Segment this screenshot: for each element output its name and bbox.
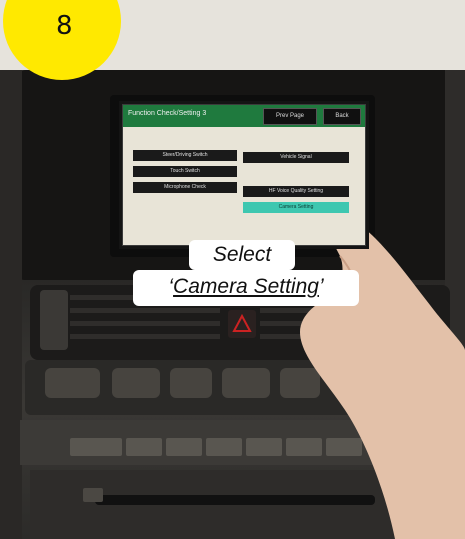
caption-select-text: Select xyxy=(212,243,272,266)
screen-title: Function Check/Setting 3 xyxy=(128,110,207,117)
caption-highlight-text: Camera Setting xyxy=(173,275,319,298)
caption-quote-close: ’ xyxy=(318,275,324,298)
disc-slot xyxy=(95,495,375,505)
infotainment-screen: Function Check/Setting 3 Prev Page Back … xyxy=(122,104,366,246)
vent-control-knob xyxy=(40,290,68,350)
dashboard-photo: Function Check/Setting 3 Prev Page Back … xyxy=(0,0,465,539)
menu-item-touch-switch[interactable]: Touch Switch xyxy=(133,166,237,177)
step-number: 8 xyxy=(56,11,73,41)
screen-header: Function Check/Setting 3 Prev Page Back xyxy=(123,105,365,127)
prev-page-button[interactable]: Prev Page xyxy=(263,108,317,125)
caption-select: Select xyxy=(189,240,295,270)
eject-button xyxy=(83,488,103,502)
menu-item-vehicle-signal[interactable]: Vehicle Signal xyxy=(243,152,349,163)
left-panel xyxy=(0,70,22,539)
menu-item-camera-setting[interactable]: Camera Setting xyxy=(243,202,349,213)
caption-camera-setting: ‘Camera Setting’ xyxy=(133,270,359,306)
menu-item-hf-voice-quality-setting[interactable]: HF Voice Quality Setting xyxy=(243,186,349,197)
menu-item-microphone-check[interactable]: Microphone Check xyxy=(133,182,237,193)
back-button[interactable]: Back xyxy=(323,108,361,125)
strip-buttons xyxy=(70,438,362,456)
menu-item-steer-driving-switch[interactable]: Steer/Driving Switch xyxy=(133,150,237,161)
